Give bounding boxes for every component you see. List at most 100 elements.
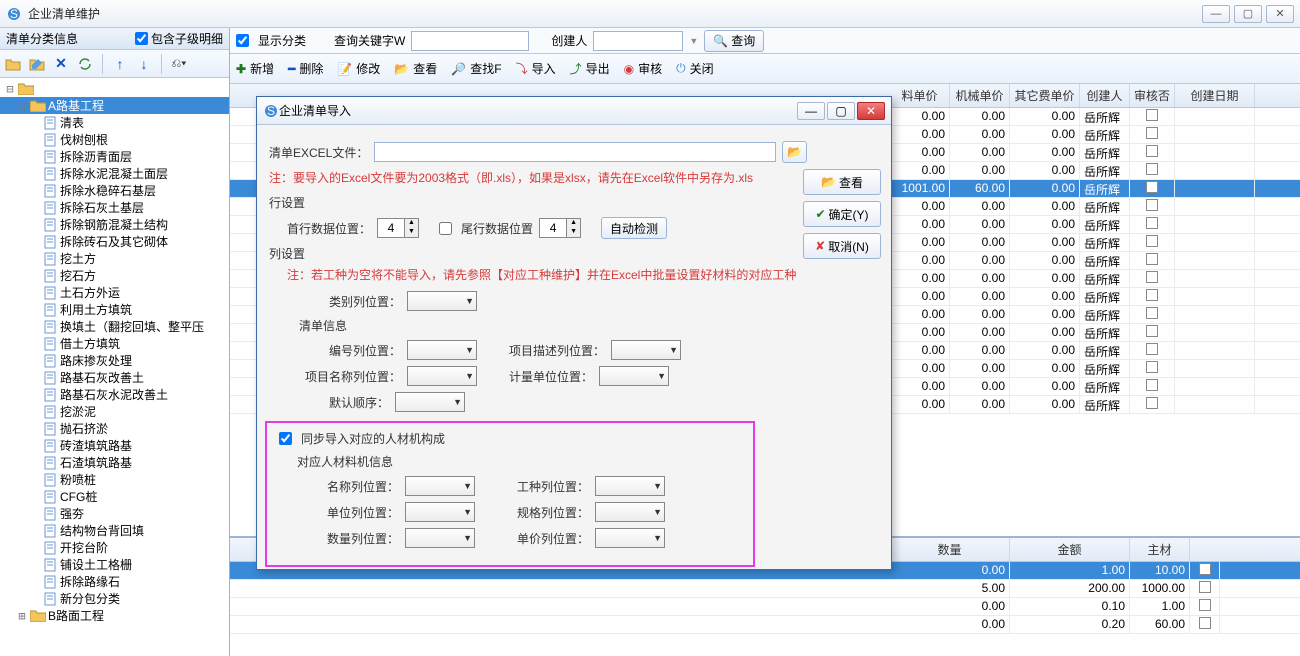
browse-button[interactable]: 📂 xyxy=(782,141,807,163)
munit-col-combo[interactable]: ▼ xyxy=(405,502,475,522)
tree-leaf[interactable]: 新分包分类 xyxy=(0,590,229,607)
audit-checkbox[interactable] xyxy=(1146,163,1158,175)
dialog-titlebar[interactable]: S 企业清单导入 — ▢ ✕ xyxy=(257,97,891,125)
import-button[interactable]: ⤵导入 xyxy=(516,60,556,77)
table-row[interactable]: 0.000.101.00 xyxy=(230,598,1300,616)
dialog-ok-button[interactable]: ✔确定(Y) xyxy=(803,201,881,227)
move-down-icon[interactable]: ↓ xyxy=(135,55,153,73)
col-machine-price[interactable]: 机械单价 xyxy=(950,84,1010,107)
dialog-view-button[interactable]: 📂查看 xyxy=(803,169,881,195)
tree-leaf[interactable]: 挖淤泥 xyxy=(0,403,229,420)
category-col-combo[interactable]: ▼ xyxy=(407,291,477,311)
main-material-checkbox[interactable] xyxy=(1199,563,1211,575)
delete-button[interactable]: ━删除 xyxy=(288,60,323,77)
collapse-icon[interactable]: ⊟ xyxy=(4,82,16,96)
audit-checkbox[interactable] xyxy=(1146,379,1158,391)
dialog-close-button[interactable]: ✕ xyxy=(857,102,885,120)
tree-leaf[interactable]: 路床掺灰处理 xyxy=(0,352,229,369)
tree-leaf[interactable]: 拆除钢筋混凝土结构 xyxy=(0,216,229,233)
export-button[interactable]: ⤴导出 xyxy=(570,60,610,77)
tree-leaf[interactable]: 路基石灰水泥改善土 xyxy=(0,386,229,403)
tree-leaf[interactable]: 拆除路缘石 xyxy=(0,573,229,590)
move-up-icon[interactable]: ↑ xyxy=(111,55,129,73)
tree-leaf[interactable]: 借土方填筑 xyxy=(0,335,229,352)
qty-col-combo[interactable]: ▼ xyxy=(405,528,475,548)
table-row[interactable]: 5.00200.001000.00 xyxy=(230,580,1300,598)
file-input[interactable] xyxy=(374,142,776,162)
refresh-icon[interactable] xyxy=(76,55,94,73)
tree-leaf[interactable]: 挖土方 xyxy=(0,250,229,267)
tree-leaf[interactable]: 拆除水稳碎石基层 xyxy=(0,182,229,199)
tree-leaf[interactable]: 路基石灰改善土 xyxy=(0,369,229,386)
audit-checkbox[interactable] xyxy=(1146,325,1158,337)
no-col-combo[interactable]: ▼ xyxy=(407,340,477,360)
tree-leaf[interactable]: 土石方外运 xyxy=(0,284,229,301)
first-row-spinner[interactable]: ▲▼ xyxy=(377,218,419,238)
edit-folder-icon[interactable] xyxy=(28,55,46,73)
col-main-material[interactable]: 主材 xyxy=(1130,538,1190,561)
tree-leaf[interactable]: 挖石方 xyxy=(0,267,229,284)
unit-col-combo[interactable]: ▼ xyxy=(599,366,669,386)
audit-checkbox[interactable] xyxy=(1146,397,1158,409)
maximize-button[interactable]: ▢ xyxy=(1234,5,1262,23)
audit-checkbox[interactable] xyxy=(1146,127,1158,139)
search-button[interactable]: 🔍查询 xyxy=(704,30,764,52)
dialog-minimize-button[interactable]: — xyxy=(797,102,825,120)
minimize-button[interactable]: — xyxy=(1202,5,1230,23)
view-button[interactable]: 📂查看 xyxy=(394,60,437,77)
default-order-combo[interactable]: ▼ xyxy=(395,392,465,412)
audit-checkbox[interactable] xyxy=(1146,109,1158,121)
audit-checkbox[interactable] xyxy=(1146,235,1158,247)
creator-input[interactable] xyxy=(593,31,683,51)
audit-checkbox[interactable] xyxy=(1146,199,1158,211)
desc-col-combo[interactable]: ▼ xyxy=(611,340,681,360)
collapse-icon[interactable]: ⊟ xyxy=(16,99,28,113)
tree-leaf[interactable]: 拆除沥青面层 xyxy=(0,148,229,165)
tree-leaf[interactable]: 利用土方填筑 xyxy=(0,301,229,318)
col-audited[interactable]: 审核否 xyxy=(1130,84,1175,107)
tree-leaf[interactable]: 铺设土工格栅 xyxy=(0,556,229,573)
work-col-combo[interactable]: ▼ xyxy=(595,476,665,496)
tree-root[interactable]: ⊟ xyxy=(0,80,229,97)
tree-leaf[interactable]: 强夯 xyxy=(0,505,229,522)
delete-icon[interactable]: ✕ xyxy=(52,55,70,73)
audit-checkbox[interactable] xyxy=(1146,361,1158,373)
col-quantity[interactable]: 数量 xyxy=(890,538,1010,561)
tree-leaf[interactable]: 换填土（翻挖回填、整平压 xyxy=(0,318,229,335)
tree-leaf[interactable]: 拆除石灰土基层 xyxy=(0,199,229,216)
tree-leaf[interactable]: 石渣填筑路基 xyxy=(0,454,229,471)
dialog-maximize-button[interactable]: ▢ xyxy=(827,102,855,120)
find-button[interactable]: 🔎查找F xyxy=(451,60,501,77)
tree-leaf[interactable]: 清表 xyxy=(0,114,229,131)
col-create-date[interactable]: 创建日期 xyxy=(1175,84,1255,107)
tree-leaf[interactable]: 结构物台背回填 xyxy=(0,522,229,539)
main-material-checkbox[interactable] xyxy=(1199,581,1211,593)
col-material-price[interactable]: 料单价 xyxy=(890,84,950,107)
tree-node-selected[interactable]: ⊟ A路基工程 xyxy=(0,97,229,114)
auto-detect-button[interactable]: 自动检测 xyxy=(601,217,667,239)
audit-button[interactable]: ◉审核 xyxy=(624,60,663,77)
tree-node[interactable]: ⊞ B路面工程 xyxy=(0,607,229,624)
close-button[interactable]: ⏻关闭 xyxy=(676,60,714,77)
last-row-spinner[interactable]: ▲▼ xyxy=(539,218,581,238)
spec-col-combo[interactable]: ▼ xyxy=(595,502,665,522)
audit-checkbox[interactable] xyxy=(1146,271,1158,283)
tree-leaf[interactable]: CFG桩 xyxy=(0,488,229,505)
tree-leaf[interactable]: 砖渣填筑路基 xyxy=(0,437,229,454)
col-other-price[interactable]: 其它费单价 xyxy=(1010,84,1080,107)
audit-checkbox[interactable] xyxy=(1146,289,1158,301)
close-button[interactable]: ✕ xyxy=(1266,5,1294,23)
audit-checkbox[interactable] xyxy=(1146,343,1158,355)
col-amount[interactable]: 金额 xyxy=(1010,538,1130,561)
dialog-cancel-button[interactable]: ✘取消(N) xyxy=(803,233,881,259)
edit-button[interactable]: 📝修改 xyxy=(337,60,380,77)
col-creator[interactable]: 创建人 xyxy=(1080,84,1130,107)
audit-checkbox[interactable] xyxy=(1146,181,1158,193)
mname-col-combo[interactable]: ▼ xyxy=(405,476,475,496)
price-col-combo[interactable]: ▼ xyxy=(595,528,665,548)
sync-import-checkbox[interactable] xyxy=(279,432,292,445)
tree-leaf[interactable]: 开挖台阶 xyxy=(0,539,229,556)
category-tree[interactable]: ⊟ ⊟ A路基工程 清表伐树刨根拆除沥青面层拆除水泥混凝土面层拆除水稳碎石基层拆… xyxy=(0,78,229,656)
audit-checkbox[interactable] xyxy=(1146,217,1158,229)
name-col-combo[interactable]: ▼ xyxy=(407,366,477,386)
